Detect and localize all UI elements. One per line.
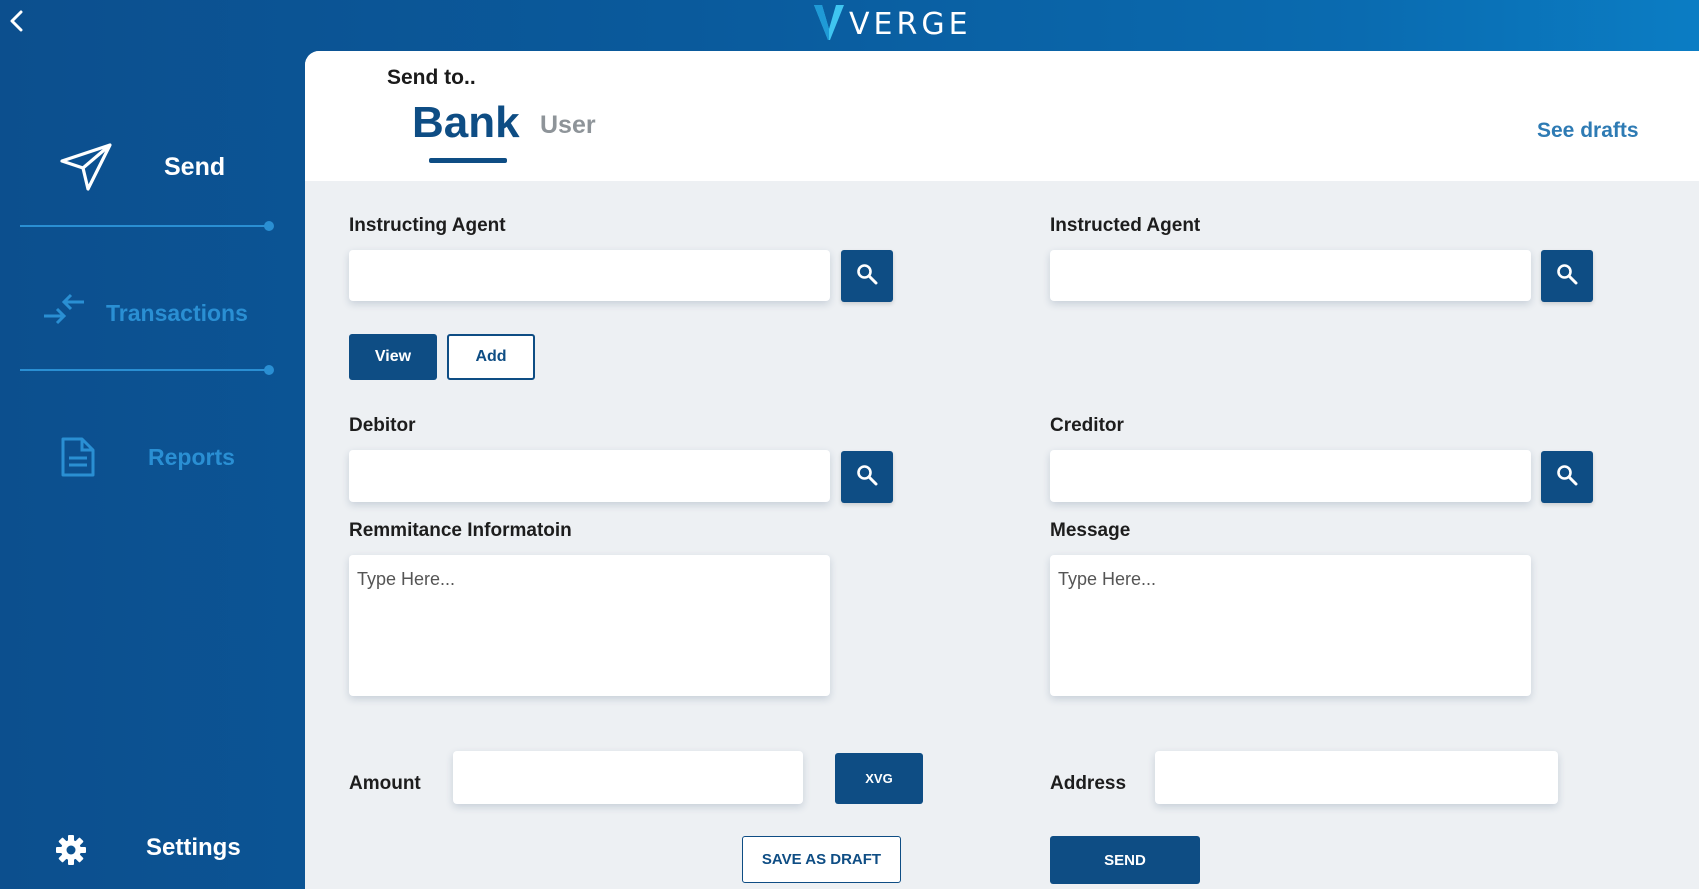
transactions-arrows-icon bbox=[42, 292, 86, 328]
amount-label: Amount bbox=[349, 773, 421, 794]
creditor-search-button[interactable] bbox=[1541, 451, 1593, 503]
search-icon bbox=[1556, 464, 1578, 491]
brand-logo: VERGE bbox=[813, 4, 972, 44]
panel-header: Send to.. Bank User See drafts bbox=[305, 51, 1699, 181]
sidebar-divider bbox=[20, 365, 274, 375]
creditor-input[interactable] bbox=[1050, 450, 1531, 502]
remittance-textarea[interactable] bbox=[349, 555, 830, 696]
instructed-agent-search-button[interactable] bbox=[1541, 250, 1593, 302]
debitor-label: Debitor bbox=[349, 415, 416, 436]
sidebar-item-send[interactable]: Send bbox=[0, 127, 305, 207]
sidebar-item-label: Reports bbox=[148, 444, 235, 470]
document-icon bbox=[60, 436, 96, 478]
tab-user[interactable]: User bbox=[540, 111, 596, 140]
sidebar-item-label: Send bbox=[164, 153, 226, 181]
sidebar-item-label: Settings bbox=[146, 834, 241, 861]
gear-icon bbox=[56, 835, 86, 865]
save-as-draft-button[interactable]: SAVE AS DRAFT bbox=[742, 836, 901, 883]
see-drafts-link[interactable]: See drafts bbox=[1537, 119, 1639, 143]
instructed-agent-label: Instructed Agent bbox=[1050, 215, 1201, 236]
remittance-label: Remmitance Informatoin bbox=[349, 520, 572, 541]
active-tab-indicator bbox=[429, 158, 507, 163]
verge-logo-icon bbox=[813, 3, 845, 46]
amount-input[interactable] bbox=[453, 751, 803, 804]
address-label: Address bbox=[1050, 773, 1127, 794]
tab-bank[interactable]: Bank bbox=[412, 98, 520, 148]
main-panel: Send to.. Bank User See drafts Instructi… bbox=[305, 51, 1699, 889]
sidebar-item-settings[interactable]: Settings bbox=[0, 809, 305, 889]
address-input[interactable] bbox=[1155, 751, 1558, 804]
instructing-agent-label: Instructing Agent bbox=[349, 215, 506, 236]
sidebar-item-reports[interactable]: Reports bbox=[0, 418, 305, 498]
back-icon[interactable] bbox=[4, 8, 30, 34]
sidebar-item-label: Transactions bbox=[106, 300, 248, 326]
debitor-search-button[interactable] bbox=[841, 451, 893, 503]
sidebar: Send Transactions Reports Settings bbox=[0, 52, 305, 889]
sidebar-divider bbox=[20, 221, 274, 231]
instructing-agent-input[interactable] bbox=[349, 250, 830, 301]
message-label: Message bbox=[1050, 520, 1131, 541]
send-button[interactable]: SEND bbox=[1050, 836, 1200, 884]
debitor-input[interactable] bbox=[349, 450, 830, 502]
sidebar-item-transactions[interactable]: Transactions bbox=[0, 272, 305, 352]
brand-name: VERGE bbox=[849, 6, 972, 42]
view-button[interactable]: View bbox=[349, 334, 437, 380]
creditor-label: Creditor bbox=[1050, 415, 1124, 436]
search-icon bbox=[856, 263, 878, 290]
top-bar: VERGE bbox=[0, 0, 1699, 52]
search-icon bbox=[1556, 263, 1578, 290]
send-to-title: Send to.. bbox=[387, 66, 476, 89]
instructing-agent-search-button[interactable] bbox=[841, 250, 893, 302]
currency-xvg-button[interactable]: XVG bbox=[835, 753, 923, 804]
instructed-agent-input[interactable] bbox=[1050, 250, 1531, 301]
add-button[interactable]: Add bbox=[447, 334, 535, 380]
search-icon bbox=[856, 464, 878, 491]
message-textarea[interactable] bbox=[1050, 555, 1531, 696]
send-icon bbox=[58, 141, 114, 193]
